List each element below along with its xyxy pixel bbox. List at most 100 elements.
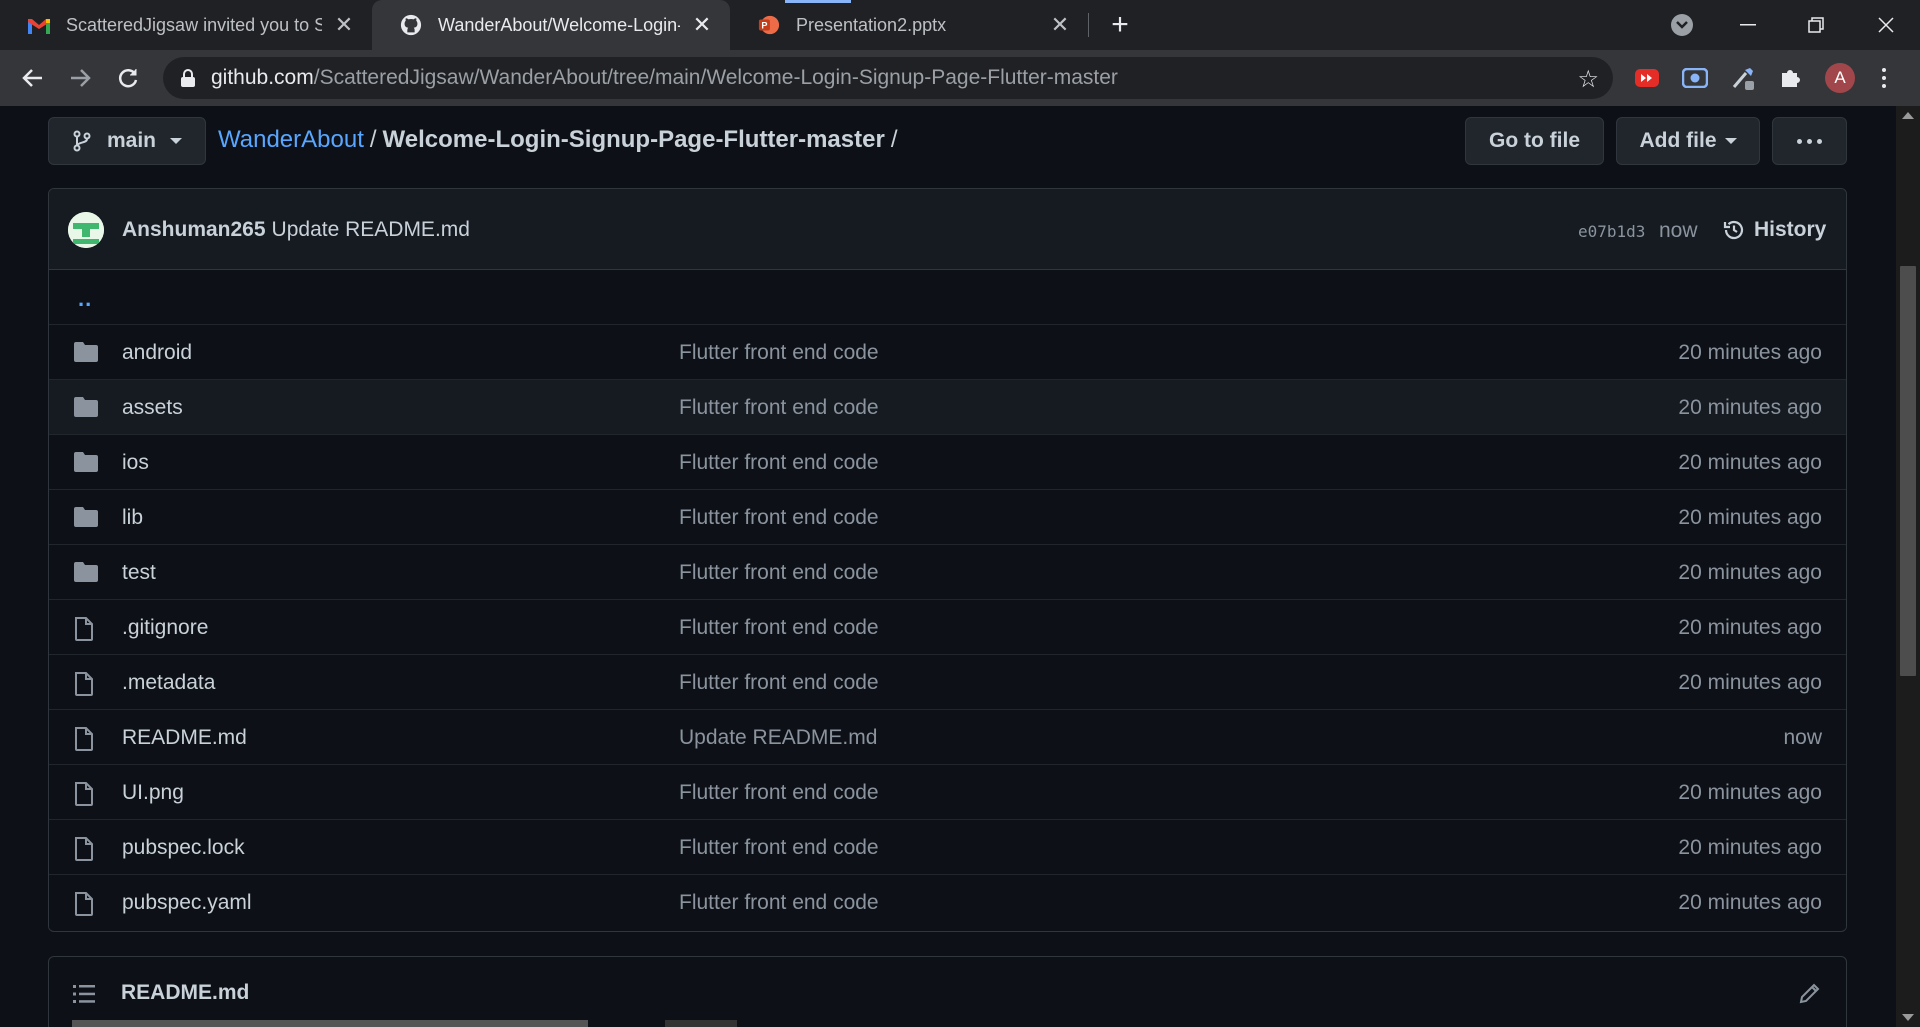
extensions-puzzle-icon[interactable] (1778, 65, 1804, 91)
commit-message-link[interactable]: Flutter front end code (679, 891, 879, 915)
powerpoint-icon: P (758, 14, 780, 36)
commit-author[interactable]: Anshuman265 (122, 218, 266, 241)
breadcrumb-separator: / (369, 126, 377, 153)
parent-directory-link[interactable]: .. (78, 286, 92, 312)
history-label: History (1754, 218, 1827, 241)
author-avatar[interactable] (68, 212, 104, 248)
browser-tab-strip: ScatteredJigsaw invited you to Sc ✕ Wand… (0, 0, 1920, 50)
table-row[interactable]: .gitignore Flutter front end code 20 min… (49, 600, 1846, 655)
breadcrumb: WanderAbout / Welcome-Login-Signup-Page-Fl… (218, 126, 903, 154)
tab-gmail[interactable]: ScatteredJigsaw invited you to Sc ✕ (0, 0, 372, 50)
file-name-link[interactable]: pubspec.yaml (122, 891, 252, 915)
scroll-up-arrow-icon[interactable] (1902, 112, 1914, 119)
add-file-button[interactable]: Add file (1616, 117, 1760, 165)
table-row[interactable]: assets Flutter front end code 20 minutes… (49, 380, 1846, 435)
file-name-link[interactable]: .metadata (122, 671, 215, 695)
table-row[interactable]: UI.png Flutter front end code 20 minutes… (49, 765, 1846, 820)
file-icon (74, 892, 98, 916)
history-link[interactable]: History (1722, 218, 1826, 242)
close-tab-icon[interactable]: ✕ (330, 11, 358, 39)
commit-age: 20 minutes ago (1678, 671, 1822, 694)
commit-message-link[interactable]: Flutter front end code (679, 781, 879, 805)
tab-powerpoint[interactable]: P Presentation2.pptx ✕ (730, 0, 1088, 50)
commit-message-link[interactable]: Flutter front end code (679, 451, 879, 475)
commit-age: now (1783, 726, 1822, 749)
commit-message-link[interactable]: Update README.md (679, 726, 877, 750)
github-icon (400, 14, 422, 36)
commit-age: 20 minutes ago (1678, 341, 1822, 364)
vertical-scrollbar[interactable] (1896, 106, 1920, 1027)
horizontal-scrollbar-thumb[interactable] (72, 1020, 588, 1027)
commit-sha[interactable]: e07b1d3 (1578, 222, 1645, 241)
back-arrow-icon[interactable] (17, 62, 49, 94)
reload-icon[interactable] (112, 62, 144, 94)
tab-github[interactable]: WanderAbout/Welcome-Login-Si ✕ (372, 0, 730, 50)
breadcrumb-separator: / (890, 126, 898, 153)
table-row[interactable]: pubspec.yaml Flutter front end code 20 m… (49, 875, 1846, 930)
bookmark-star-icon[interactable]: ☆ (1577, 65, 1599, 94)
commit-message-link[interactable]: Flutter front end code (679, 506, 879, 530)
chevron-down-icon (1724, 138, 1737, 144)
restore-icon[interactable] (1796, 8, 1836, 42)
youtube-extension-icon[interactable] (1634, 65, 1660, 91)
tab-title: WanderAbout/Welcome-Login-Si (438, 14, 680, 35)
readme-title[interactable]: README.md (121, 981, 249, 1005)
close-window-icon[interactable] (1866, 8, 1906, 42)
browser-menu-icon[interactable] (1874, 62, 1894, 94)
commit-message-link[interactable]: Flutter front end code (679, 561, 879, 585)
address-bar[interactable]: github.com/ScatteredJigsaw/WanderAbout/t… (163, 57, 1613, 99)
file-name-link[interactable]: assets (122, 396, 183, 420)
screen-capture-extension-icon[interactable] (1682, 65, 1708, 91)
tab-separator (1088, 13, 1089, 37)
folder-icon (74, 452, 98, 474)
file-name-link[interactable]: ios (122, 451, 149, 475)
minimize-icon[interactable] (1728, 8, 1768, 42)
lock-icon[interactable] (181, 69, 195, 87)
table-row[interactable]: README.md Update README.md now (49, 710, 1846, 765)
go-to-file-button[interactable]: Go to file (1465, 117, 1604, 165)
folder-icon (74, 342, 98, 364)
commit-message: Anshuman265 Update README.md (122, 218, 470, 242)
file-name-link[interactable]: README.md (122, 726, 247, 750)
eyedropper-extension-icon[interactable] (1730, 65, 1756, 91)
gmail-icon (28, 14, 50, 36)
commit-age: 20 minutes ago (1678, 451, 1822, 474)
pencil-icon[interactable] (1798, 981, 1822, 1005)
file-name-link[interactable]: test (122, 561, 156, 585)
folder-icon (74, 562, 98, 584)
scrollbar-thumb[interactable] (1900, 266, 1916, 676)
table-row[interactable]: android Flutter front end code 20 minute… (49, 325, 1846, 380)
table-row[interactable]: lib Flutter front end code 20 minutes ag… (49, 490, 1846, 545)
file-name-link[interactable]: .gitignore (122, 616, 208, 640)
more-options-button[interactable] (1772, 117, 1847, 165)
new-tab-button[interactable]: + (1104, 10, 1136, 42)
commit-message-link[interactable]: Flutter front end code (679, 341, 879, 365)
file-name-link[interactable]: lib (122, 506, 143, 530)
table-row[interactable]: pubspec.lock Flutter front end code 20 m… (49, 820, 1846, 875)
tab-search-icon[interactable] (1671, 14, 1693, 36)
file-name-link[interactable]: pubspec.lock (122, 836, 245, 860)
commit-message-link[interactable]: Flutter front end code (679, 396, 879, 420)
commit-message-link[interactable]: Flutter front end code (679, 616, 879, 640)
profile-avatar[interactable]: A (1825, 63, 1855, 93)
git-branch-icon (73, 130, 91, 152)
forward-arrow-icon[interactable] (64, 62, 96, 94)
file-name-link[interactable]: UI.png (122, 781, 184, 805)
url-text: github.com/ScatteredJigsaw/WanderAbout/t… (211, 66, 1118, 89)
commit-message-link[interactable]: Flutter front end code (679, 671, 879, 695)
branch-select-button[interactable]: main (48, 117, 206, 165)
table-row[interactable]: .metadata Flutter front end code 20 minu… (49, 655, 1846, 710)
scroll-down-arrow-icon[interactable] (1902, 1014, 1914, 1021)
parent-directory-row[interactable]: .. (49, 270, 1846, 325)
list-unordered-icon[interactable] (73, 985, 95, 1003)
close-tab-icon[interactable]: ✕ (1046, 11, 1074, 39)
file-browser: Anshuman265 Update README.md e07b1d3 now … (48, 188, 1847, 932)
file-icon (74, 617, 98, 641)
commit-message-link[interactable]: Update README.md (272, 218, 470, 241)
table-row[interactable]: test Flutter front end code 20 minutes a… (49, 545, 1846, 600)
commit-message-link[interactable]: Flutter front end code (679, 836, 879, 860)
close-tab-icon[interactable]: ✕ (688, 11, 716, 39)
breadcrumb-repo-link[interactable]: WanderAbout (218, 126, 364, 153)
table-row[interactable]: ios Flutter front end code 20 minutes ag… (49, 435, 1846, 490)
file-name-link[interactable]: android (122, 341, 192, 365)
